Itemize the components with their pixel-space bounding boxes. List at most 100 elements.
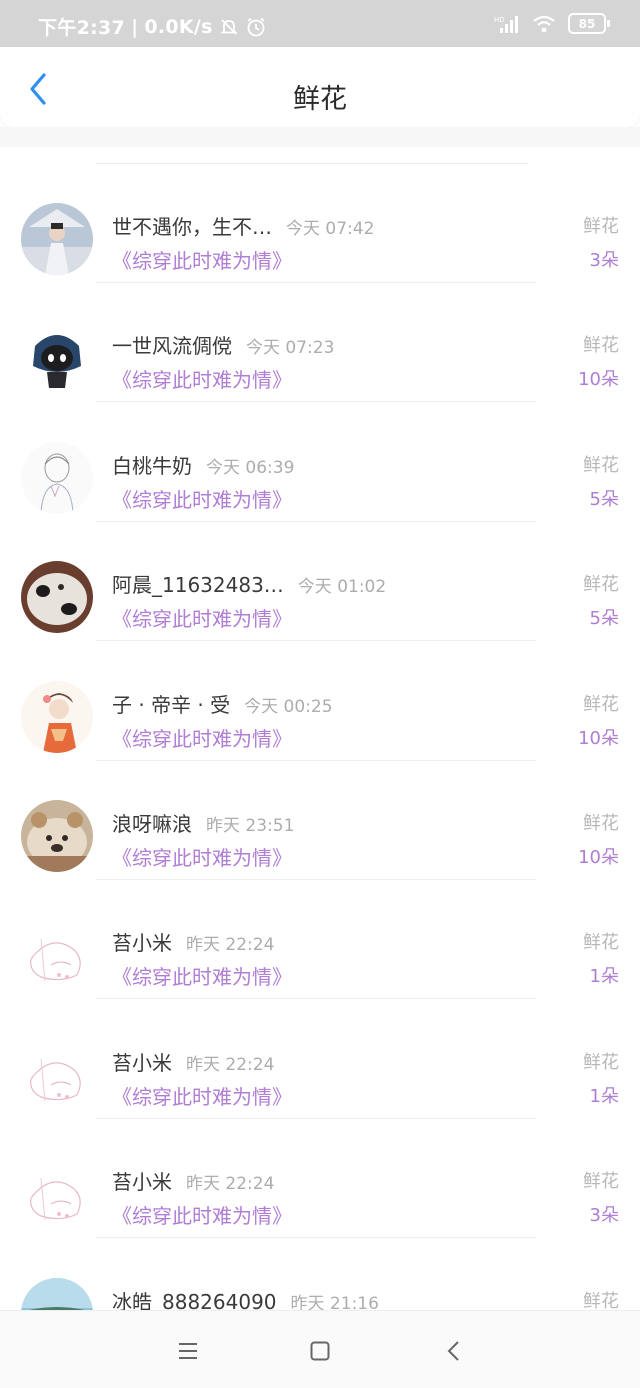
list-item[interactable]: 阿晨_11632483… 今天 01:02 《综穿此时难为情》 鲜花 5朵 xyxy=(0,521,640,642)
book-title[interactable]: 《综穿此时难为情》 xyxy=(112,245,292,274)
alarm-icon xyxy=(247,17,265,36)
gift-time: 今天 01:02 xyxy=(297,577,387,598)
avatar[interactable] xyxy=(21,1158,93,1231)
list-item[interactable]: 白桃牛奶 今天 06:39 《综穿此时难为情》 鲜花 5朵 xyxy=(0,402,640,522)
list-item[interactable]: 苔小米 昨天 22:24 《综穿此时难为情》 鲜花 1朵 xyxy=(0,879,640,1000)
user-name: 子 · 帝辛 · 受今天 00:25 xyxy=(112,689,333,718)
gift-type: 鲜花 xyxy=(583,216,619,237)
gift-type: 鲜花 xyxy=(583,1051,619,1073)
gift-time: 昨天 22:24 xyxy=(186,1054,275,1075)
system-back-button[interactable] xyxy=(434,1331,474,1371)
status-bar: 下午2:37 | 0.0K/s HD 85 xyxy=(0,0,640,47)
gift-time: 今天 06:39 xyxy=(206,457,295,478)
wifi-icon xyxy=(533,15,555,32)
list-item[interactable]: 子 · 帝辛 · 受今天 00:25 《综穿此时难为情》 鲜花 10朵 xyxy=(0,641,640,761)
user-name-text: 苔小米 xyxy=(112,931,172,956)
avatar[interactable] xyxy=(21,680,93,753)
gift-count: 3朵 xyxy=(589,1205,619,1227)
gift-count: 5朵 xyxy=(589,608,619,630)
book-title[interactable]: 《综穿此时难为情》 xyxy=(112,1081,292,1110)
menu-icon xyxy=(179,1343,197,1359)
user-name: 白桃牛奶 今天 06:39 xyxy=(112,450,294,479)
user-name-text: 阿晨_11632483… xyxy=(112,573,284,598)
user-name: 苔小米 昨天 22:24 xyxy=(112,927,274,956)
user-name-text: 世不遇你，生不… xyxy=(112,215,272,239)
gift-time: 今天 07:42 xyxy=(286,219,375,239)
gift-time: 昨天 22:24 xyxy=(186,1174,275,1195)
gift-time: 昨天 23:51 xyxy=(206,816,295,836)
gift-time: 昨天 22:24 xyxy=(186,935,275,956)
user-name-text: 白桃牛奶 xyxy=(112,453,192,478)
user-name: 阿晨_11632483… 今天 01:02 xyxy=(112,569,386,598)
gift-count: 1朵 xyxy=(589,1085,619,1107)
status-divider: | xyxy=(131,15,139,38)
battery-level: 85 xyxy=(578,16,596,31)
status-time: 下午2:37 xyxy=(38,17,126,39)
gift-type: 鲜花 xyxy=(583,1171,619,1193)
home-button[interactable] xyxy=(300,1331,340,1371)
list-item[interactable]: 一世风流倜傥 今天 07:23 《综穿此时难为情》 鲜花 10朵 xyxy=(0,282,640,403)
gift-count: 10朵 xyxy=(578,847,619,868)
book-title[interactable]: 《综穿此时难为情》 xyxy=(112,603,292,632)
gift-count: 10朵 xyxy=(578,727,619,749)
user-name-text: 浪呀嘛浪 xyxy=(112,812,192,836)
list-item[interactable]: 苔小米 昨天 22:24 《综穿此时难为情》 鲜花 1朵 xyxy=(0,999,640,1119)
list-item[interactable]: 世不遇你，生不… 今天 07:42 《综穿此时难为情》 鲜花 3朵 xyxy=(0,163,640,283)
list-item[interactable]: 浪呀嘛浪 昨天 23:51 《综穿此时难为情》 鲜花 10朵 xyxy=(0,760,640,880)
book-title[interactable]: 《综穿此时难为情》 xyxy=(112,961,292,990)
gift-count: 5朵 xyxy=(589,488,619,510)
system-nav-bar xyxy=(0,1310,640,1388)
gift-type: 鲜花 xyxy=(583,813,619,834)
signal-icon: HD xyxy=(494,15,518,33)
book-title[interactable]: 《综穿此时难为情》 xyxy=(112,1200,292,1229)
signal-hd-label: HD xyxy=(494,16,505,24)
network-speed: 0.0K/s xyxy=(144,15,213,38)
avatar[interactable] xyxy=(21,1277,93,1310)
gift-record-list[interactable]: 世不遇你，生不… 今天 07:42 《综穿此时难为情》 鲜花 3朵 一世风流倜傥 今天 07… xyxy=(0,147,640,1310)
menu-button[interactable] xyxy=(168,1331,208,1371)
battery-icon: 85 xyxy=(568,13,610,34)
book-title[interactable]: 《综穿此时难为情》 xyxy=(112,484,292,513)
gift-type: 鲜花 xyxy=(583,454,619,476)
home-square-icon xyxy=(310,1341,330,1361)
list-item[interactable]: 冰皓_888264090昨天 21:16《综穿此时难为情》鲜花10朵 xyxy=(0,1238,640,1310)
user-name: 浪呀嘛浪 昨天 23:51 xyxy=(112,808,294,837)
avatar[interactable] xyxy=(21,203,93,275)
book-title[interactable]: 《综穿此时难为情》 xyxy=(112,842,292,871)
gift-count: 3朵 xyxy=(589,250,619,271)
user-name: 世不遇你，生不… 今天 07:42 xyxy=(112,211,374,240)
gift-count: 1朵 xyxy=(589,966,619,988)
gift-type: 鲜花 xyxy=(583,335,619,357)
list-item[interactable]: 苔小米 昨天 22:24 《综穿此时难为情》 鲜花 3朵 xyxy=(0,1118,640,1239)
user-name-text: 冰皓_888264090 xyxy=(112,1289,277,1310)
status-left: 下午2:37 | 0.0K/s xyxy=(38,13,267,40)
avatar[interactable] xyxy=(21,919,93,992)
gift-type: 鲜花 xyxy=(583,1290,619,1310)
avatar[interactable] xyxy=(21,1038,93,1111)
gift-time: 今天 07:23 xyxy=(246,338,335,359)
gift-time: 昨天 21:16 xyxy=(290,1293,379,1310)
avatar[interactable] xyxy=(21,800,93,872)
gift-type: 鲜花 xyxy=(583,574,619,596)
status-right: HD 85 xyxy=(494,13,610,34)
avatar[interactable] xyxy=(21,441,93,514)
book-title[interactable]: 《综穿此时难为情》 xyxy=(112,723,292,752)
back-triangle-icon xyxy=(447,1341,459,1361)
avatar[interactable] xyxy=(21,322,93,395)
gift-type: 鲜花 xyxy=(583,932,619,954)
user-name: 苔小米 昨天 22:24 xyxy=(112,1047,274,1076)
user-name-text: 苔小米 xyxy=(112,1170,172,1195)
user-name: 苔小米 昨天 22:24 xyxy=(112,1166,274,1195)
section-gap xyxy=(0,127,640,147)
gift-type: 鲜花 xyxy=(583,693,619,715)
gift-count: 10朵 xyxy=(578,369,619,391)
app-header: 鲜花 xyxy=(0,47,640,127)
user-name-text: 苔小米 xyxy=(112,1050,172,1075)
user-name: 一世风流倜傥 今天 07:23 xyxy=(112,330,334,359)
bell-off-icon xyxy=(220,18,238,35)
book-title[interactable]: 《综穿此时难为情》 xyxy=(112,364,292,393)
user-name-text: 子 · 帝辛 · 受 xyxy=(112,692,231,717)
page-title: 鲜花 xyxy=(293,84,347,115)
user-name: 冰皓_888264090 昨天 21:16 xyxy=(112,1286,379,1310)
avatar[interactable] xyxy=(21,561,93,634)
